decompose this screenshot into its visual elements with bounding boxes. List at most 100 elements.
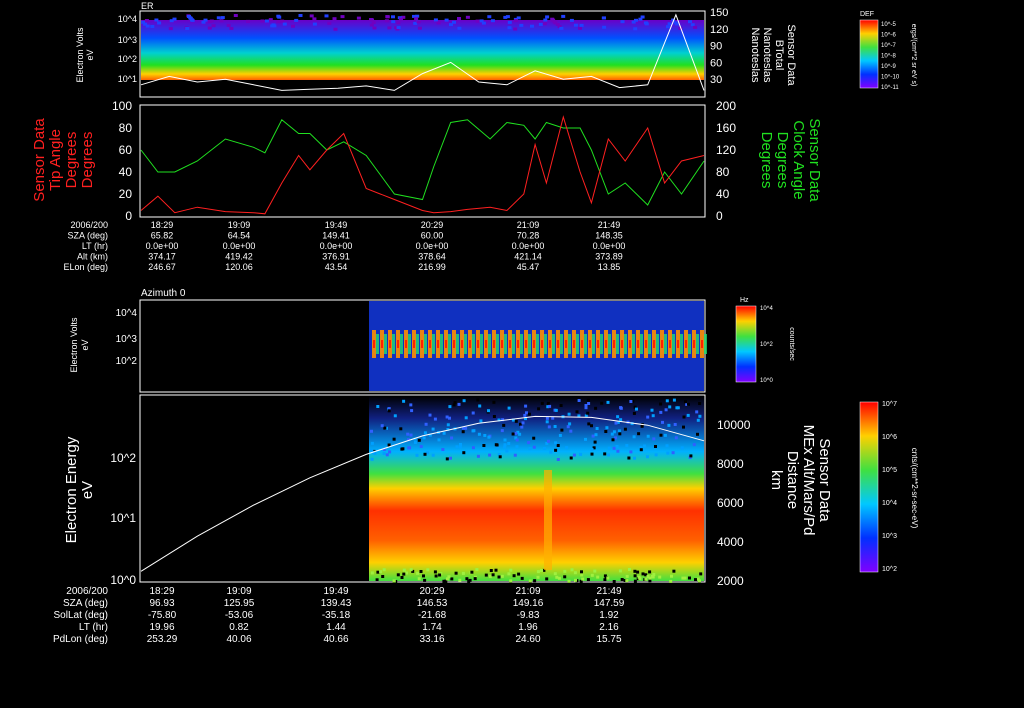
ephem1-cell: 19:09 [228, 220, 251, 230]
ephem2-cell: 1.96 [518, 622, 538, 633]
ee-noise-cell [698, 402, 702, 405]
ee-noise-cell [625, 574, 629, 578]
er-noise-cell [666, 25, 670, 29]
ee-noise-cell [536, 570, 540, 574]
er-noise-cell [449, 23, 453, 27]
az-stripe [613, 340, 615, 348]
ee-noise-cell [607, 453, 610, 457]
er-noise-cell [573, 23, 578, 27]
er-noise-cell [543, 18, 548, 22]
er-noise-cell [246, 19, 250, 23]
ephem2-cell: 1.92 [599, 610, 619, 621]
angles-panel: 100806040200 20016012080400 Sensor Data … [31, 99, 823, 223]
ee-noise-cell [537, 407, 541, 411]
az-stripe [589, 340, 591, 348]
ee-noise-cell [450, 436, 454, 440]
az-stripe [685, 340, 687, 348]
ee-noise-cell [402, 399, 406, 403]
ee-noise-cell [692, 443, 696, 447]
az-stripe [637, 340, 639, 348]
ee-noise-cell [509, 568, 513, 572]
az-stripe [464, 334, 467, 354]
ee-noise-cell [682, 415, 686, 419]
ephem2-cell: 21:09 [515, 586, 540, 597]
er-noise-cell [154, 18, 159, 22]
ee-noise-cell [545, 420, 549, 424]
ephem1-label-2: LT (hr) [82, 241, 108, 251]
er-cbtick-3: 10^-8 [881, 54, 896, 60]
er-ytick-4: 10^1 [118, 74, 137, 84]
ephem1-cell: 373.89 [595, 252, 623, 262]
er-noise-cell [324, 14, 329, 18]
er-noise-cell [530, 24, 534, 28]
az-stripe [472, 334, 475, 354]
ee-colorbar-label: cnts/(cm**2-sr-sec-eV) [910, 448, 919, 529]
ee-noise-cell [659, 410, 663, 414]
ee-noise-cell [556, 444, 560, 447]
az-stripe [480, 334, 483, 354]
ee-noise-cell [464, 416, 468, 420]
er-ylabel: Electron Volts [75, 27, 85, 83]
ee-noise-cell [500, 429, 504, 433]
ee-noise-cell [699, 572, 703, 576]
ee-noise-cell [388, 450, 392, 454]
ee-noise-cell [566, 425, 570, 429]
az-stripe [512, 334, 515, 354]
ee-noise-cell [670, 574, 673, 578]
ephem1-cell: 246.67 [148, 262, 176, 272]
az-stripe [389, 340, 391, 348]
az-stripe [600, 334, 603, 354]
ee-noise-cell [680, 446, 684, 450]
ee-noise-cell [459, 443, 462, 446]
ephem2-cell: 253.29 [147, 634, 178, 645]
er-noise-cell [385, 15, 390, 19]
ephem2-label-1: SZA (deg) [63, 598, 108, 609]
ee-noise-cell [632, 435, 636, 439]
ee-noise-cell [471, 429, 475, 433]
ee-noise-cell [637, 432, 641, 436]
ephem1-cell: 0.0e+00 [512, 241, 545, 251]
ee-noise-cell [448, 405, 452, 409]
ee-noise-cell [497, 575, 501, 579]
er-noise-cell [233, 14, 238, 17]
ee-noise-cell [596, 575, 600, 579]
er-noise-cell [542, 22, 547, 26]
ephem2-cell: 146.53 [417, 598, 448, 609]
ephem2-label-0: 2006/200 [66, 586, 108, 597]
er-cbtick-2: 10^-7 [881, 43, 896, 49]
ee-noise-cell [461, 571, 465, 575]
az-stripe [440, 334, 443, 354]
az-stripe [629, 340, 631, 348]
ee-noise-cell [461, 430, 465, 434]
er-noise-cell [516, 16, 521, 20]
ee-noise-cell [689, 454, 693, 458]
er-noise-cell [674, 22, 679, 26]
er-cbtick-0: 10^-5 [881, 22, 896, 28]
ee-noise-cell [532, 436, 536, 440]
ee-noise-cell [568, 422, 572, 426]
ee-noise-cell [639, 448, 643, 452]
ee-noise-cell [668, 405, 672, 409]
er-noise-cell [371, 21, 376, 24]
az-stripe [541, 340, 543, 348]
ee-noise-cell [612, 580, 616, 583]
ee-noise-cell [643, 444, 647, 448]
ee-noise-cell [547, 439, 550, 443]
az-stripe [384, 334, 387, 354]
er-noise-cell [229, 26, 234, 30]
ee-noise-cell [659, 402, 663, 406]
ee-noise-cell [511, 432, 515, 436]
ee-ytick-3: 10^0 [110, 573, 136, 587]
ee-noise-cell [507, 572, 511, 576]
ee-noise-cell [590, 448, 594, 451]
ee-noise-cell [392, 579, 396, 583]
az-stripe [549, 340, 551, 348]
er-noise-cell [414, 17, 419, 21]
ee-noise-cell [488, 453, 492, 457]
az-stripe [373, 340, 375, 348]
ee-noise-cell [605, 426, 609, 430]
ee-rtick-0: 10000 [717, 418, 751, 432]
ee-noise-cell [586, 411, 590, 415]
ee-noise-cell [373, 452, 377, 455]
er-ytick-3: 10^2 [118, 54, 137, 64]
